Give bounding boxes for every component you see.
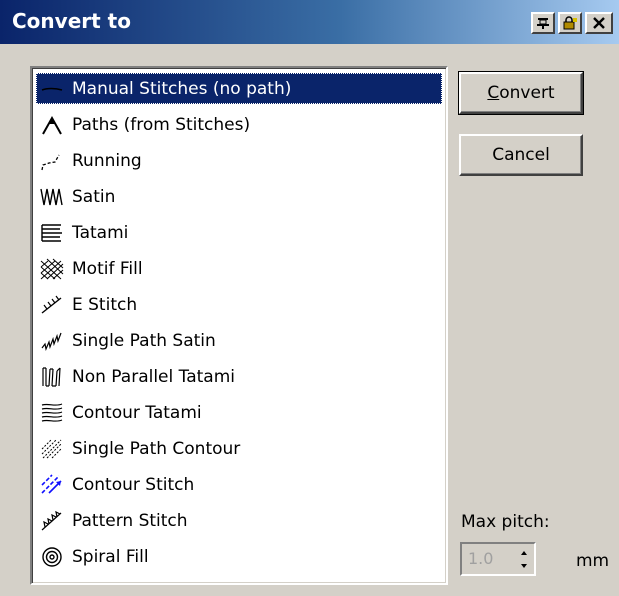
dialog-title: Convert to	[12, 9, 131, 33]
list-item-label: Satin	[72, 186, 116, 207]
list-item[interactable]: Manual Stitches (no path)	[36, 73, 442, 104]
lock-button[interactable]	[558, 12, 582, 34]
spin-down-icon[interactable]	[516, 559, 532, 572]
list-item[interactable]: Tatami	[36, 217, 442, 248]
list-item-label: Contour Stitch	[72, 474, 195, 495]
list-item-label: Motif Fill	[72, 258, 143, 279]
spin-up-icon[interactable]	[516, 546, 532, 559]
list-item[interactable]: Motif Fill	[36, 253, 442, 284]
satin-icon	[36, 183, 68, 211]
spin-buttons[interactable]	[516, 546, 532, 572]
list-item-label: Single Path Contour	[72, 438, 241, 459]
list-item-label: Spiral Fill	[72, 546, 149, 567]
lock-icon	[562, 16, 578, 30]
contour-tatami-icon	[36, 399, 68, 427]
cancel-button-label: Cancel	[492, 145, 550, 165]
list-item-label: Manual Stitches (no path)	[72, 78, 292, 99]
list-item-label: Single Path Satin	[72, 330, 216, 351]
convert-to-dialog: Convert to Manual Stitches (no path) Pat…	[0, 0, 619, 596]
list-item-label: E Stitch	[72, 294, 138, 315]
running-icon	[36, 147, 68, 175]
convert-label-rest: onvert	[499, 83, 555, 103]
max-pitch-spinbox[interactable]: 1.0	[460, 542, 536, 576]
e-stitch-icon	[36, 291, 68, 319]
contour-stitch-icon	[36, 471, 68, 499]
list-item[interactable]: Spiral Fill	[36, 541, 442, 572]
single-path-contour-icon	[36, 435, 68, 463]
list-item[interactable]: Pattern Stitch	[36, 505, 442, 536]
cancel-button[interactable]: Cancel	[459, 134, 583, 176]
pitch-unit-label: mm	[576, 551, 610, 571]
non-parallel-tatami-icon	[36, 363, 68, 391]
spiral-fill-icon	[36, 543, 68, 571]
close-button[interactable]	[585, 12, 613, 34]
max-pitch-label: Max pitch:	[461, 512, 550, 532]
stitch-type-list[interactable]: Manual Stitches (no path) Paths (from St…	[30, 66, 448, 585]
list-item[interactable]: Satin	[36, 181, 442, 212]
tatami-icon	[36, 219, 68, 247]
convert-button-label: Convert	[487, 83, 554, 103]
max-pitch-value: 1.0	[468, 549, 494, 568]
list-item[interactable]: Running	[36, 145, 442, 176]
manual-stitches-icon	[36, 75, 68, 103]
list-item[interactable]: E Stitch	[36, 289, 442, 320]
list-item-label: Tatami	[72, 222, 129, 243]
list-item-label: Non Parallel Tatami	[72, 366, 235, 387]
list-item-label: Running	[72, 150, 142, 171]
pin-button[interactable]	[531, 12, 555, 34]
list-item-label: Paths (from Stitches)	[72, 114, 251, 135]
close-icon	[592, 16, 606, 30]
convert-mnemonic: C	[487, 83, 500, 103]
pin-icon	[535, 16, 551, 30]
list-item[interactable]: Paths (from Stitches)	[36, 109, 442, 140]
paths-icon	[36, 111, 68, 139]
title-bar[interactable]: Convert to	[0, 0, 619, 44]
list-item-label: Pattern Stitch	[72, 510, 188, 531]
single-path-satin-icon	[36, 327, 68, 355]
motif-fill-icon	[36, 255, 68, 283]
list-item[interactable]: Single Path Contour	[36, 433, 442, 464]
list-item[interactable]: Contour Tatami	[36, 397, 442, 428]
convert-button[interactable]: Convert	[458, 71, 584, 115]
pattern-stitch-icon	[36, 507, 68, 535]
list-item[interactable]: Single Path Satin	[36, 325, 442, 356]
list-item[interactable]: Non Parallel Tatami	[36, 361, 442, 392]
list-item[interactable]: Contour Stitch	[36, 469, 442, 500]
list-item-label: Contour Tatami	[72, 402, 202, 423]
